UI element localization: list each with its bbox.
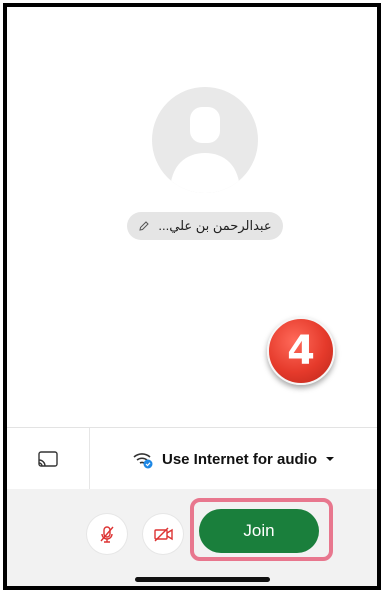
display-name-pill[interactable]: عبدالرحمن بن علي... [127,212,283,240]
audio-option-dropdown[interactable]: Use Internet for audio [90,449,377,469]
avatar [152,87,258,193]
user-silhouette-icon [170,107,240,193]
camera-off-icon [154,527,173,542]
meeting-preview-screen: عبدالرحمن بن علي... 4 Use Internet for a… [3,3,381,590]
step-number-badge: 4 [267,317,335,385]
video-preview-area: عبدالرحمن بن علي... 4 [7,7,377,427]
audio-option-bar: Use Internet for audio [7,427,377,490]
chevron-down-icon [326,457,335,461]
mic-off-icon [100,526,114,543]
display-name-label: عبدالرحمن بن علي... [158,218,272,233]
pencil-icon [138,220,150,232]
cast-button[interactable] [7,428,90,490]
stop-video-button[interactable] [143,514,183,554]
wifi-icon [133,453,153,469]
mute-microphone-button[interactable] [87,514,127,554]
join-controls-bar: Join [7,489,377,586]
audio-option-label: Use Internet for audio [161,450,318,468]
join-button[interactable]: Join [199,509,319,553]
home-indicator [135,577,270,582]
cast-icon [38,451,58,467]
